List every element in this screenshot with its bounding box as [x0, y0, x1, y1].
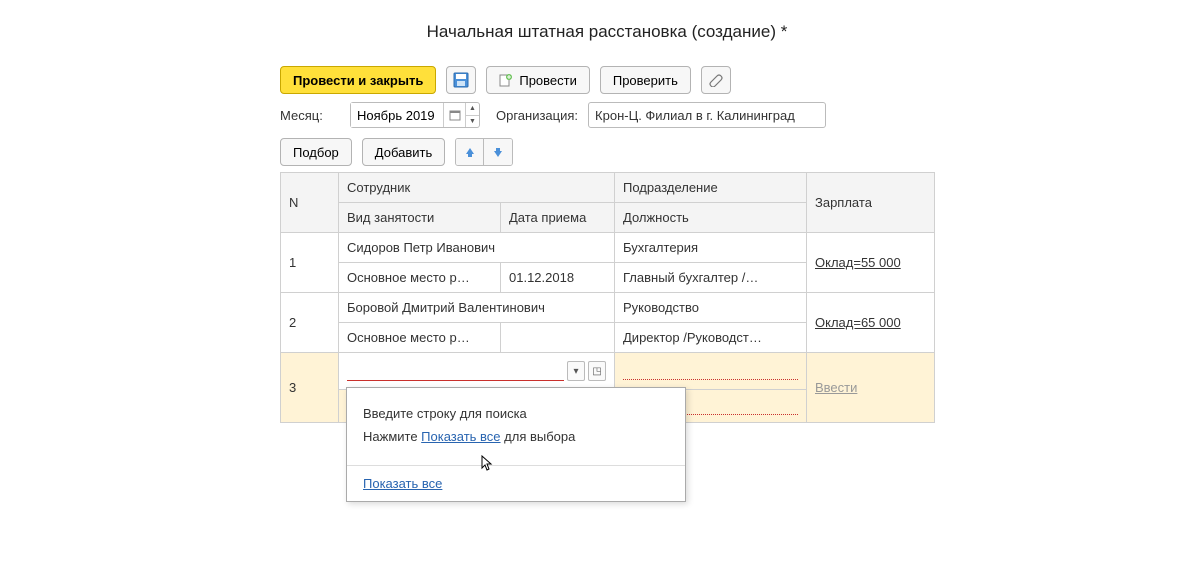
col-emp-type: Вид занятости [339, 203, 501, 233]
cell-emp-type: Основное место р… [339, 323, 501, 353]
col-n: N [281, 173, 339, 233]
col-department: Подразделение [615, 173, 807, 203]
cell-n: 3 [281, 353, 339, 423]
cell-n: 2 [281, 293, 339, 353]
data-grid: N Сотрудник Подразделение Зарплата Вид з… [280, 172, 935, 423]
paperclip-icon [709, 73, 723, 87]
month-spinner[interactable]: ▲ ▼ [465, 103, 479, 127]
employee-lookup-input[interactable] [347, 361, 564, 381]
col-employee: Сотрудник [339, 173, 615, 203]
calendar-icon[interactable] [443, 103, 465, 127]
page-title: Начальная штатная расстановка (создание)… [280, 22, 934, 42]
spinner-down-icon[interactable]: ▼ [466, 116, 479, 128]
add-button[interactable]: Добавить [362, 138, 445, 166]
attach-button[interactable] [701, 66, 731, 94]
col-position: Должность [615, 203, 807, 233]
spinner-up-icon[interactable]: ▲ [466, 103, 479, 116]
cell-employee: Боровой Дмитрий Валентинович [339, 293, 615, 323]
arrow-down-icon [492, 146, 504, 158]
cell-salary[interactable]: Ввести [807, 353, 935, 423]
cell-emp-type: Основное место р… [339, 263, 501, 293]
month-label: Месяц: [280, 108, 340, 123]
submit-icon [499, 73, 513, 87]
chevron-down-icon: ▾ [573, 366, 578, 377]
open-icon: ◳ [592, 366, 601, 377]
cell-hire-date [501, 323, 615, 353]
cell-salary[interactable]: Оклад=65 000 [807, 293, 935, 353]
cell-position: Главный бухгалтер /… [615, 263, 807, 293]
table-row[interactable]: 1 Сидоров Петр Иванович Бухгалтерия Окла… [281, 233, 935, 263]
month-input[interactable] [351, 103, 443, 127]
popup-hint-2a: Нажмите [363, 429, 421, 444]
popup-hint-2b: для выбора [501, 429, 576, 444]
table-row-new[interactable]: 3 ▾ ◳ Введите строку для поиска [281, 353, 935, 390]
cell-position: Директор /Руководст… [615, 323, 807, 353]
move-up-button[interactable] [456, 139, 484, 165]
popup-show-all-link[interactable]: Показать все [363, 476, 442, 491]
grid-toolbar: Подбор Добавить [280, 138, 934, 166]
main-toolbar: Провести и закрыть Провести Проверить [280, 66, 934, 94]
col-salary: Зарплата [807, 173, 935, 233]
submit-label: Провести [519, 73, 577, 88]
table-row[interactable]: 2 Боровой Дмитрий Валентинович Руководст… [281, 293, 935, 323]
submit-close-button[interactable]: Провести и закрыть [280, 66, 436, 94]
dropdown-button[interactable]: ▾ [567, 361, 585, 381]
cell-n: 1 [281, 233, 339, 293]
employee-lookup[interactable]: ▾ ◳ Введите строку для поиска Нажмите По… [347, 360, 606, 382]
save-button[interactable] [446, 66, 476, 94]
cell-hire-date: 01.12.2018 [501, 263, 615, 293]
check-button[interactable]: Проверить [600, 66, 691, 94]
pick-button[interactable]: Подбор [280, 138, 352, 166]
lookup-popup: Введите строку для поиска Нажмите Показа… [346, 387, 686, 502]
cell-salary[interactable]: Оклад=55 000 [807, 233, 935, 293]
move-down-button[interactable] [484, 139, 512, 165]
cell-department: Руководство [615, 293, 807, 323]
cell-employee: Сидоров Петр Иванович [339, 233, 615, 263]
org-label: Организация: [496, 108, 578, 123]
col-hire-date: Дата приема [501, 203, 615, 233]
cell-department: Бухгалтерия [615, 233, 807, 263]
cell-department[interactable] [615, 353, 807, 390]
org-field[interactable]: Крон-Ц. Филиал в г. Калининград [588, 102, 826, 128]
popup-hint-1: Введите строку для поиска [363, 402, 669, 425]
form-row: Месяц: ▲ ▼ Организация: Крон-Ц. Филиал в… [280, 102, 934, 128]
arrow-up-icon [464, 146, 476, 158]
open-dialog-button[interactable]: ◳ [588, 361, 606, 381]
month-field[interactable]: ▲ ▼ [350, 102, 480, 128]
save-icon [453, 72, 469, 88]
move-buttons [455, 138, 513, 166]
submit-button[interactable]: Провести [486, 66, 590, 94]
popup-show-all-inline-link[interactable]: Показать все [421, 429, 500, 444]
